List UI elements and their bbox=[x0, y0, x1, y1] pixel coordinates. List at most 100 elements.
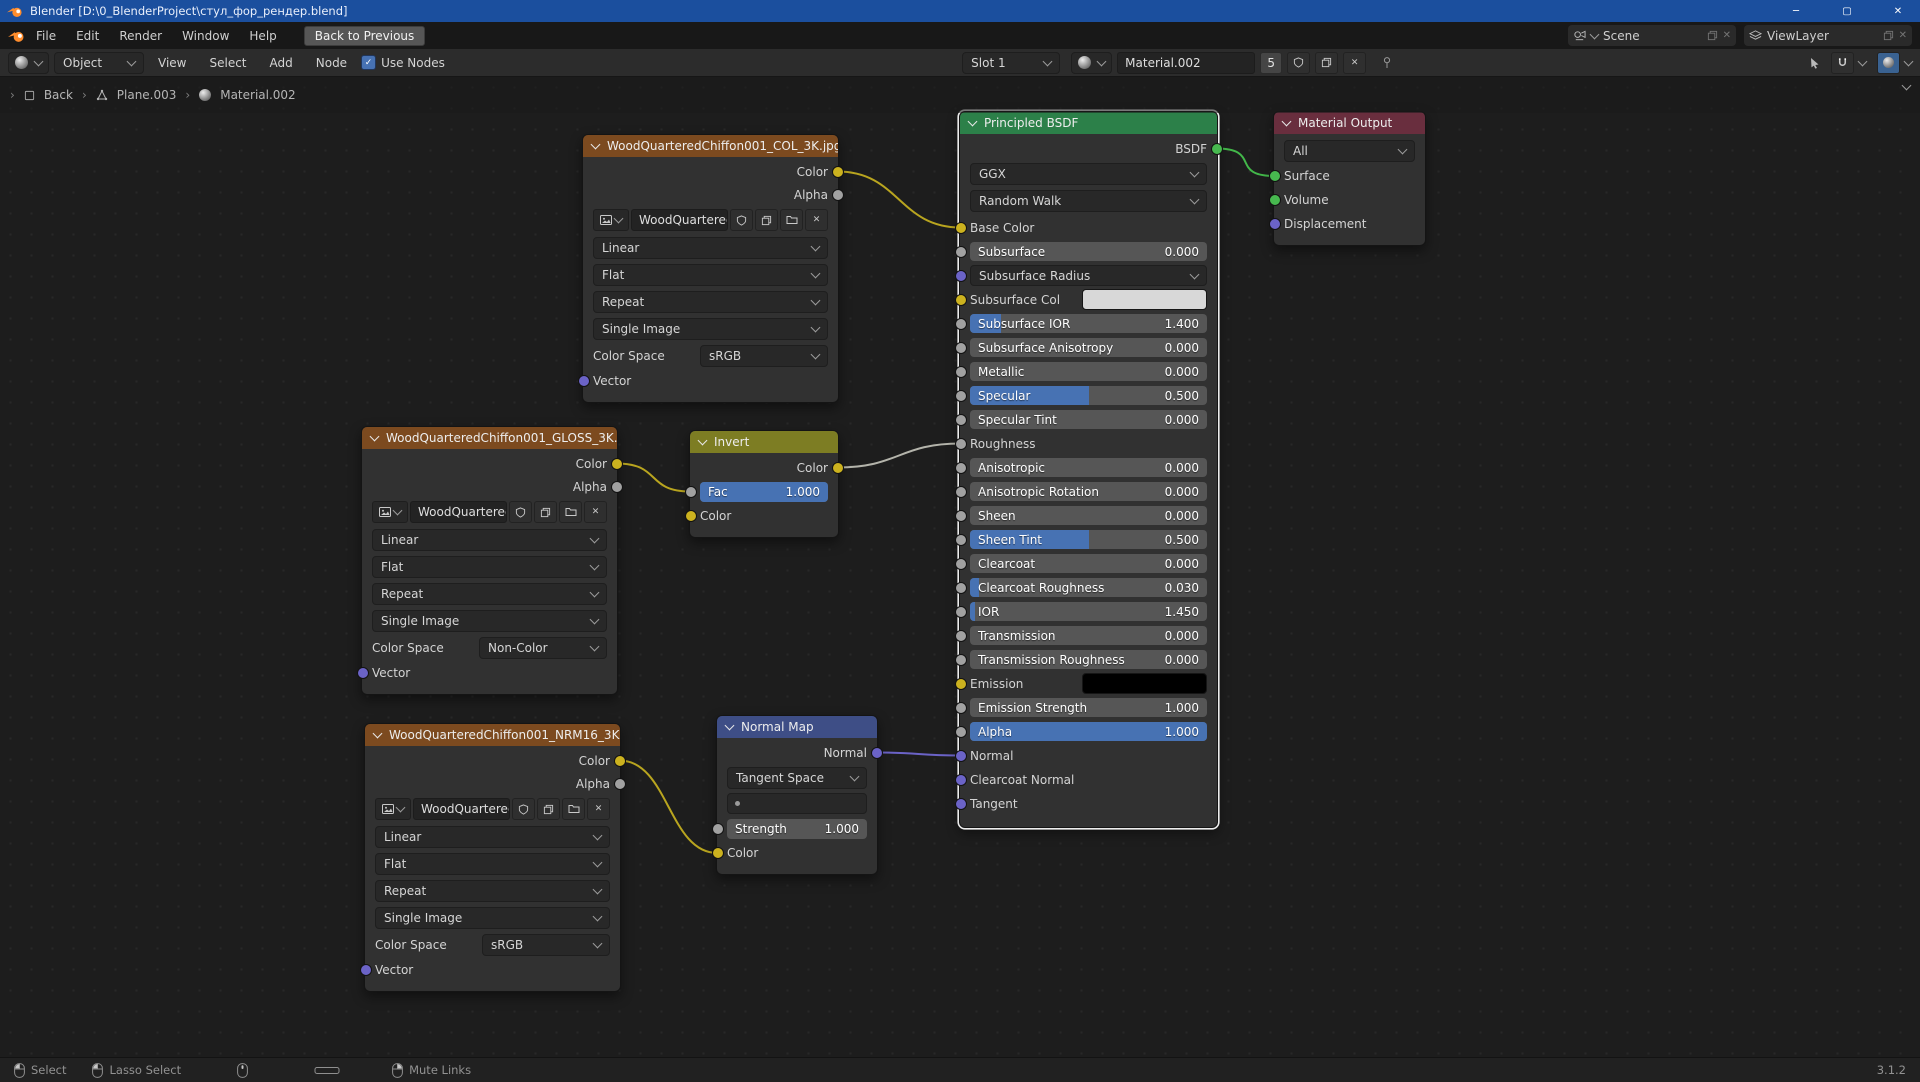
image-browse-button[interactable] bbox=[372, 501, 408, 523]
subsurface-radius-socket[interactable] bbox=[955, 270, 967, 282]
transmission-roughness-slider[interactable]: Transmission Roughness0.000 bbox=[970, 650, 1207, 669]
node-editor-canvas[interactable]: › Back › Plane.003 › Material.002 WoodQu… bbox=[0, 77, 1920, 1057]
collapse-icon[interactable] bbox=[698, 436, 708, 446]
strength-slider[interactable]: Strength 1.000 bbox=[727, 819, 867, 839]
open-image-button[interactable] bbox=[559, 501, 582, 523]
clearcoat-normal-socket[interactable] bbox=[955, 774, 967, 786]
close-button[interactable]: ✕ bbox=[1876, 0, 1920, 22]
overlays-toggle[interactable] bbox=[1877, 52, 1900, 74]
subsurface-radius-dropdown[interactable]: Subsurface Radius bbox=[970, 265, 1207, 286]
color-output-socket[interactable] bbox=[614, 755, 626, 767]
breadcrumb-object[interactable]: Plane.003 bbox=[117, 88, 177, 102]
clearcoat-socket[interactable] bbox=[955, 558, 967, 570]
menu-file[interactable]: File bbox=[27, 26, 65, 46]
interpolation-dropdown[interactable]: Linear bbox=[593, 237, 828, 259]
normal-output-socket[interactable] bbox=[871, 747, 883, 759]
color-output-socket[interactable] bbox=[832, 166, 844, 178]
anisotropic-rotation-socket[interactable] bbox=[955, 486, 967, 498]
subsurface-socket[interactable] bbox=[955, 246, 967, 258]
menu-window[interactable]: Window bbox=[173, 26, 238, 46]
distribution-dropdown[interactable]: GGX bbox=[970, 163, 1207, 185]
open-image-button[interactable] bbox=[562, 798, 585, 820]
color-input-socket[interactable] bbox=[712, 847, 724, 859]
node-header[interactable]: Principled BSDF bbox=[960, 112, 1217, 134]
image-name-field[interactable]: WoodQuarteredC... bbox=[413, 798, 510, 820]
alpha-output-socket[interactable] bbox=[832, 189, 844, 201]
chevron-down-icon[interactable] bbox=[1858, 56, 1868, 66]
sheen-socket[interactable] bbox=[955, 510, 967, 522]
subsurface-ior-socket[interactable] bbox=[955, 318, 967, 330]
node-header[interactable]: Invert bbox=[690, 431, 838, 453]
target-dropdown[interactable]: All bbox=[1284, 140, 1415, 162]
node-material-output[interactable]: Material Output All Surface Volume Displ… bbox=[1273, 111, 1426, 246]
specular-slider[interactable]: Specular0.500 bbox=[970, 386, 1207, 405]
menu-view[interactable]: View bbox=[149, 53, 195, 73]
node-header[interactable]: Material Output bbox=[1274, 112, 1425, 134]
vector-input-socket[interactable] bbox=[360, 964, 372, 976]
shader-type-dropdown[interactable]: Object bbox=[54, 52, 144, 74]
copy-button[interactable] bbox=[755, 209, 778, 231]
source-dropdown[interactable]: Single Image bbox=[372, 610, 607, 632]
ior-socket[interactable] bbox=[955, 606, 967, 618]
metallic-slider[interactable]: Metallic0.000 bbox=[970, 362, 1207, 381]
menu-select[interactable]: Select bbox=[200, 53, 255, 73]
chevron-down-icon[interactable] bbox=[1904, 56, 1914, 66]
copy-button[interactable] bbox=[534, 501, 557, 523]
collapse-icon[interactable] bbox=[1282, 117, 1292, 127]
menu-edit[interactable]: Edit bbox=[67, 26, 108, 46]
emission-socket[interactable] bbox=[955, 678, 967, 690]
image-browse-button[interactable] bbox=[375, 798, 411, 820]
unlink-material-button[interactable]: ✕ bbox=[1343, 52, 1366, 74]
sheen-slider[interactable]: Sheen0.000 bbox=[970, 506, 1207, 525]
region-expand-icon[interactable]: › bbox=[10, 88, 15, 102]
ior-slider[interactable]: IOR1.450 bbox=[970, 602, 1207, 621]
breadcrumb-material[interactable]: Material.002 bbox=[220, 88, 295, 102]
open-image-button[interactable] bbox=[780, 209, 803, 231]
subsurface-col-color-swatch[interactable] bbox=[1082, 289, 1207, 310]
sheen-tint-socket[interactable] bbox=[955, 534, 967, 546]
collapse-icon[interactable] bbox=[370, 432, 380, 442]
interpolation-dropdown[interactable]: Linear bbox=[372, 529, 607, 551]
displacement-input-socket[interactable] bbox=[1269, 218, 1281, 230]
extension-dropdown[interactable]: Repeat bbox=[593, 291, 828, 313]
scene-selector[interactable]: Scene ✕ bbox=[1568, 25, 1736, 46]
fac-slider[interactable]: Fac 1.000 bbox=[700, 482, 828, 502]
uv-map-field[interactable] bbox=[727, 793, 867, 814]
node-image-texture-col[interactable]: WoodQuarteredChiffon001_COL_3K.jpg Color… bbox=[582, 134, 839, 403]
roughness_in-socket[interactable] bbox=[955, 438, 967, 450]
clearcoat-slider[interactable]: Clearcoat0.000 bbox=[970, 554, 1207, 573]
fake-user-button[interactable] bbox=[509, 501, 532, 523]
alpha-output-socket[interactable] bbox=[614, 778, 626, 790]
fake-user-button[interactable] bbox=[730, 209, 753, 231]
pin-icon[interactable] bbox=[1381, 56, 1393, 69]
color-output-socket[interactable] bbox=[611, 458, 623, 470]
node-normal-map[interactable]: Normal Map Normal Tangent Space Strength… bbox=[716, 715, 878, 875]
transmission-slider[interactable]: Transmission0.000 bbox=[970, 626, 1207, 645]
node-principled-bsdf[interactable]: Principled BSDF BSDF GGX Random Walk Bas… bbox=[959, 111, 1218, 828]
copy-icon[interactable] bbox=[1883, 30, 1894, 41]
snap-button[interactable] bbox=[1831, 52, 1854, 74]
subsurface-slider[interactable]: Subsurface0.000 bbox=[970, 242, 1207, 261]
node-header[interactable]: WoodQuarteredChiffon001_COL_3K.jpg bbox=[583, 135, 838, 157]
clearcoat-roughness-socket[interactable] bbox=[955, 582, 967, 594]
normal_in-socket[interactable] bbox=[955, 750, 967, 762]
emission-strength-socket[interactable] bbox=[955, 702, 967, 714]
back-to-previous-button[interactable]: Back to Previous bbox=[304, 26, 426, 46]
anisotropic-socket[interactable] bbox=[955, 462, 967, 474]
emission-strength-slider[interactable]: Emission Strength1.000 bbox=[970, 698, 1207, 717]
menu-help[interactable]: Help bbox=[240, 26, 285, 46]
menu-add[interactable]: Add bbox=[261, 53, 302, 73]
unlink-icon[interactable]: ✕ bbox=[1723, 30, 1731, 41]
specular-tint-socket[interactable] bbox=[955, 414, 967, 426]
node-invert[interactable]: Invert Color Fac 1.000 Color bbox=[689, 430, 839, 538]
emission-color-swatch[interactable] bbox=[1082, 673, 1207, 694]
editor-type-button[interactable] bbox=[8, 52, 49, 74]
fac-input-socket[interactable] bbox=[685, 486, 697, 498]
auto-offset-icon[interactable] bbox=[1809, 56, 1822, 69]
subsurface-col-socket[interactable] bbox=[955, 294, 967, 306]
alpha-output-socket[interactable] bbox=[611, 481, 623, 493]
transmission-socket[interactable] bbox=[955, 630, 967, 642]
extension-dropdown[interactable]: Repeat bbox=[372, 583, 607, 605]
fake-user-button[interactable] bbox=[1287, 52, 1310, 74]
specular-tint-slider[interactable]: Specular Tint0.000 bbox=[970, 410, 1207, 429]
